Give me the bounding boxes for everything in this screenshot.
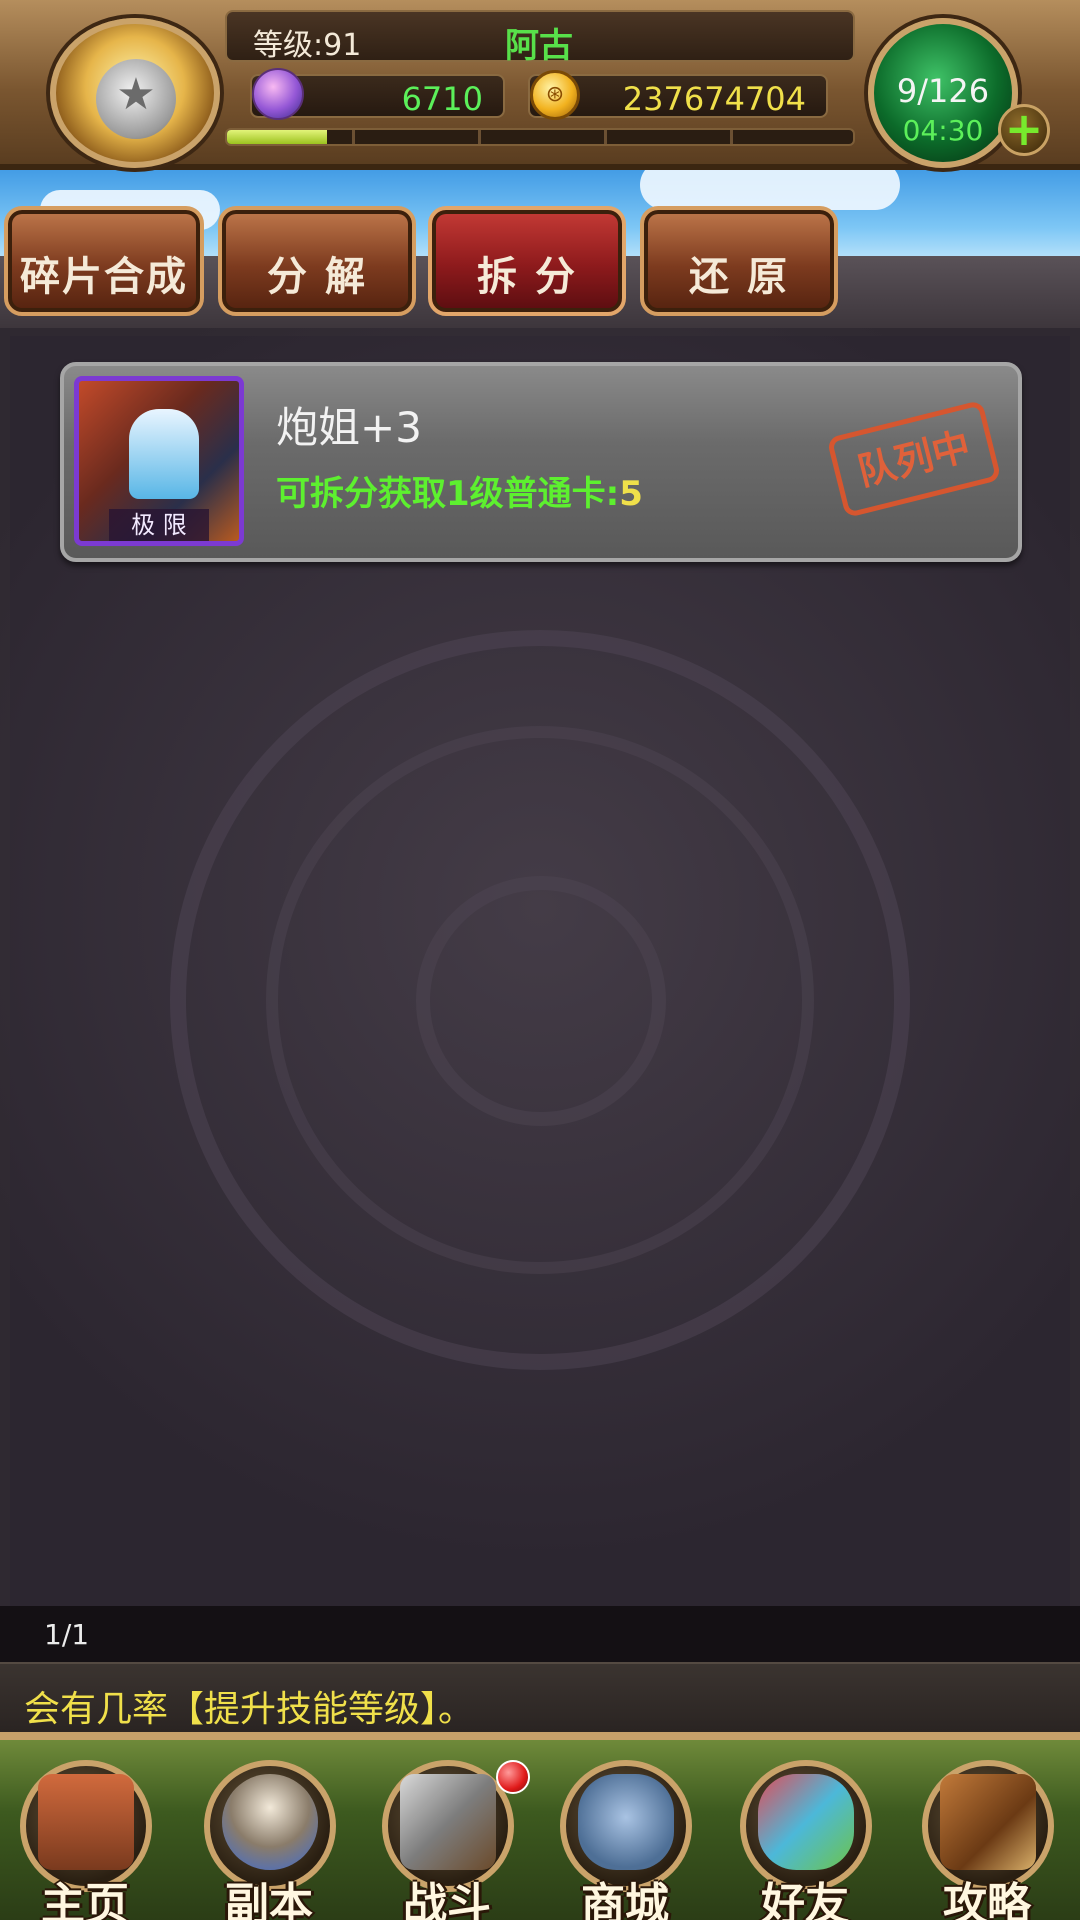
queued-status-stamp: 队列中 — [826, 399, 1002, 519]
gem-icon — [252, 68, 304, 120]
tip-bar: 会有几率【提升技能等级】。 — [0, 1662, 1080, 1732]
experience-bar — [225, 128, 855, 146]
nav-battle-button[interactable]: 战斗 — [372, 1760, 530, 1920]
character-helmet-icon — [129, 409, 199, 499]
exp-divider — [352, 130, 355, 144]
card-portrait: 极 限 — [74, 376, 244, 546]
energy-count: 9/126 — [896, 72, 990, 110]
screen: ★ 等级:91 阿古 6710 237674704 ⊛ 9/126 04:30 … — [0, 0, 1080, 1920]
shopkeeper-monster-icon — [578, 1774, 674, 1870]
player-info-bar: 等级:91 阿古 — [225, 10, 855, 66]
house-icon — [38, 1774, 134, 1870]
crossed-weapons-icon — [400, 1774, 496, 1870]
page-indicator-bar: 1/1 — [0, 1606, 1080, 1662]
friends-monsters-icon — [758, 1774, 854, 1870]
nav-label: 战斗 — [403, 1879, 491, 1920]
tab-restore[interactable]: 还 原 — [640, 206, 838, 316]
notification-dot — [496, 1760, 530, 1794]
gem-amount: 6710 — [401, 80, 483, 118]
tab-split[interactable]: 拆 分 — [428, 206, 626, 316]
star-icon: ★ — [116, 69, 156, 120]
card-list-item[interactable]: 极 限 炮姐+3 可拆分获取1级普通卡:5 队列中 — [60, 362, 1022, 562]
nav-friends-button[interactable]: 好友 — [730, 1760, 880, 1920]
gold-amount: 237674704 — [622, 80, 806, 118]
tab-fragment-synthesis[interactable]: 碎片合成 — [4, 206, 204, 316]
experience-fill — [227, 130, 328, 144]
nav-label: 副本 — [225, 1879, 313, 1920]
emblem-ring — [416, 876, 666, 1126]
book-icon — [940, 1774, 1036, 1870]
nav-guide-button[interactable]: 攻略 — [912, 1760, 1062, 1920]
exp-divider — [730, 130, 733, 144]
card-split-info-text: 可拆分获取1级普通卡: — [276, 474, 620, 514]
card-name: 炮姐+3 — [276, 403, 422, 452]
tab-label: 还 原 — [689, 254, 789, 300]
gold-coin-icon: ⊛ — [530, 70, 580, 120]
nav-label: 主页 — [41, 1879, 129, 1920]
tab-decompose[interactable]: 分 解 — [218, 206, 416, 316]
top-status-bar: ★ 等级:91 阿古 6710 237674704 ⊛ 9/126 04:30 … — [0, 0, 1080, 170]
nav-dungeon-button[interactable]: 副本 — [194, 1760, 344, 1920]
background-emblem — [170, 630, 910, 1370]
player-name: 阿古 — [505, 26, 573, 66]
nav-shop-button[interactable]: 商城 — [550, 1760, 700, 1920]
bottom-navigation: 主页 副本 战斗 商城 好友 攻略 — [0, 1732, 1080, 1920]
card-split-count: 5 — [619, 474, 643, 514]
tab-label: 碎片合成 — [20, 254, 188, 300]
card-split-info: 可拆分获取1级普通卡:5 — [276, 466, 643, 515]
nav-home-button[interactable]: 主页 — [10, 1760, 160, 1920]
page-indicator: 1/1 — [44, 1618, 90, 1651]
nav-label: 好友 — [761, 1879, 849, 1920]
player-level: 等级:91 — [253, 28, 362, 63]
energy-timer: 04:30 — [902, 114, 984, 147]
tip-text: 会有几率【提升技能等级】。 — [24, 1689, 475, 1730]
rank-badge: ★ — [96, 59, 176, 139]
portrait-badge: 极 限 — [109, 509, 209, 541]
tab-label: 拆 分 — [477, 254, 577, 300]
exp-divider — [478, 130, 481, 144]
nav-label: 商城 — [581, 1879, 669, 1920]
energy-orb[interactable]: 9/126 04:30 — [868, 18, 1018, 168]
exp-divider — [604, 130, 607, 144]
nav-label: 攻略 — [943, 1879, 1031, 1920]
tab-label: 分 解 — [267, 254, 367, 300]
add-energy-button[interactable]: + — [998, 104, 1050, 156]
function-tabs: 碎片合成 分 解 拆 分 还 原 — [0, 206, 1080, 316]
skull-icon — [222, 1774, 318, 1870]
rank-emblem-icon[interactable]: ★ — [50, 18, 220, 168]
